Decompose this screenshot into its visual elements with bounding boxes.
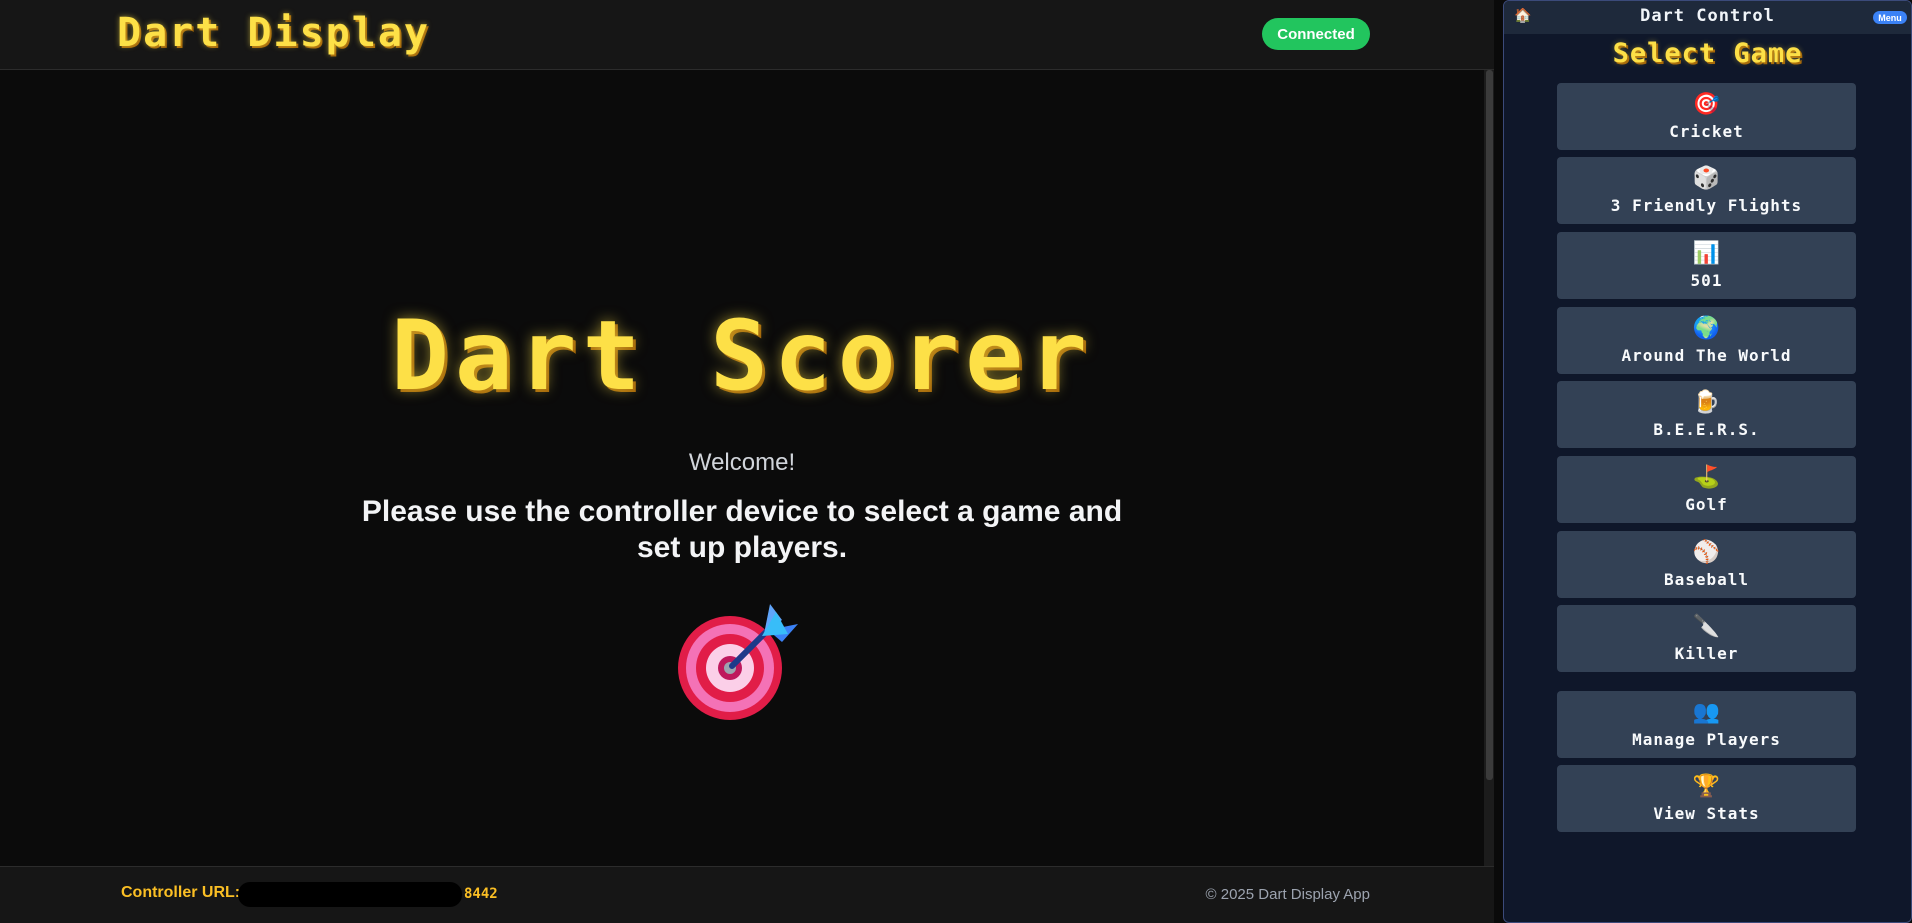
globe-icon: 🌍 bbox=[1692, 316, 1721, 341]
copyright-text: © 2025 Dart Display App bbox=[1205, 886, 1370, 903]
game-label: Killer bbox=[1674, 644, 1739, 663]
controller-title: Dart Control bbox=[1640, 6, 1775, 26]
baseball-icon: ⚾ bbox=[1692, 540, 1721, 565]
game-button-killer[interactable]: 🔪 Killer bbox=[1557, 605, 1856, 672]
scrollbar-thumb[interactable] bbox=[1486, 70, 1493, 780]
menu-button[interactable]: Menu bbox=[1873, 11, 1907, 24]
dice-icon: 🎲 bbox=[1692, 166, 1721, 191]
game-label: 501 bbox=[1690, 271, 1723, 290]
game-button-beers[interactable]: 🍺 B.E.E.R.S. bbox=[1557, 381, 1856, 448]
game-label: Golf bbox=[1685, 495, 1728, 514]
connection-status-badge: Connected bbox=[1262, 18, 1370, 50]
target-icon: 🎯 bbox=[1692, 92, 1721, 117]
game-button-baseball[interactable]: ⚾ Baseball bbox=[1557, 531, 1856, 598]
golf-flag-icon: ⛳ bbox=[1692, 465, 1721, 490]
game-label: 3 Friendly Flights bbox=[1610, 196, 1803, 215]
beer-mug-icon: 🍺 bbox=[1692, 390, 1721, 415]
game-label: B.E.E.R.S. bbox=[1653, 420, 1760, 439]
players-icon: 👥 bbox=[1692, 700, 1721, 725]
game-button-around-the-world[interactable]: 🌍 Around The World bbox=[1557, 307, 1856, 374]
game-button-3-friendly-flights[interactable]: 🎲 3 Friendly Flights bbox=[1557, 157, 1856, 224]
dartboard-target-icon bbox=[678, 604, 798, 720]
game-label: Cricket bbox=[1669, 122, 1744, 141]
game-button-cricket[interactable]: 🎯 Cricket bbox=[1557, 83, 1856, 150]
game-label: Around The World bbox=[1621, 346, 1792, 365]
game-button-501[interactable]: 📊 501 bbox=[1557, 232, 1856, 299]
redacted-url bbox=[238, 882, 462, 907]
instructions-text: Please use the controller device to sele… bbox=[361, 495, 1123, 564]
brand-title: Dart Display bbox=[117, 10, 430, 56]
chart-icon: 📊 bbox=[1692, 241, 1721, 266]
controller-url-port[interactable]: 8442 bbox=[464, 886, 498, 902]
hero-title: Dart Scorer bbox=[391, 300, 1093, 412]
controller-url-label: Controller URL: bbox=[121, 884, 241, 901]
welcome-text: Welcome! bbox=[688, 449, 796, 476]
manage-players-button[interactable]: 👥 Manage Players bbox=[1557, 691, 1856, 758]
view-stats-button[interactable]: 🏆 View Stats bbox=[1557, 765, 1856, 832]
game-button-golf[interactable]: ⛳ Golf bbox=[1557, 456, 1856, 523]
select-game-heading: Select Game bbox=[1612, 38, 1803, 69]
trophy-icon: 🏆 bbox=[1692, 774, 1721, 799]
game-label: Baseball bbox=[1663, 570, 1750, 589]
action-label: View Stats bbox=[1653, 804, 1760, 823]
knife-icon: 🔪 bbox=[1692, 614, 1721, 639]
action-label: Manage Players bbox=[1632, 730, 1781, 749]
